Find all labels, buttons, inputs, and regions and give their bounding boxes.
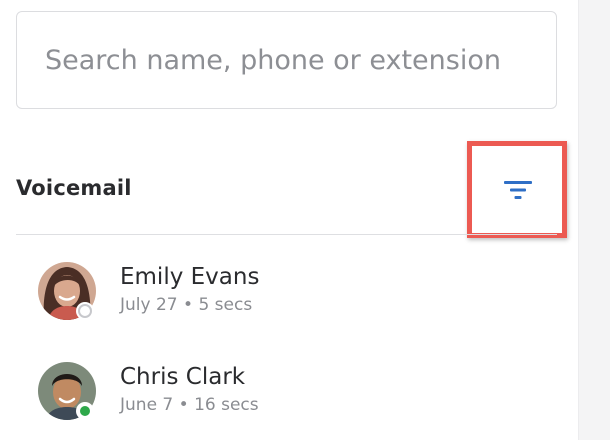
search-box[interactable]: [16, 11, 557, 109]
section-divider: [16, 234, 557, 235]
contact-name: Emily Evans: [120, 264, 260, 290]
right-scroll-gutter: [578, 0, 610, 440]
voicemail-meta: June 7 • 16 secs: [120, 395, 259, 415]
filter-icon[interactable]: [504, 179, 532, 201]
voicemail-panel: Voicemail Emily Evans July 27 • 5 secs: [0, 0, 578, 440]
section-title: Voicemail: [16, 176, 132, 200]
voicemail-item[interactable]: Emily Evans July 27 • 5 secs: [38, 262, 558, 324]
filter-highlight-box: [467, 141, 567, 238]
voicemail-meta: July 27 • 5 secs: [120, 295, 253, 315]
search-input[interactable]: [17, 12, 556, 108]
status-indicator-offline: [78, 304, 92, 318]
voicemail-item[interactable]: Chris Clark June 7 • 16 secs: [38, 362, 558, 424]
contact-name: Chris Clark: [120, 364, 246, 390]
status-indicator-online: [78, 404, 92, 418]
